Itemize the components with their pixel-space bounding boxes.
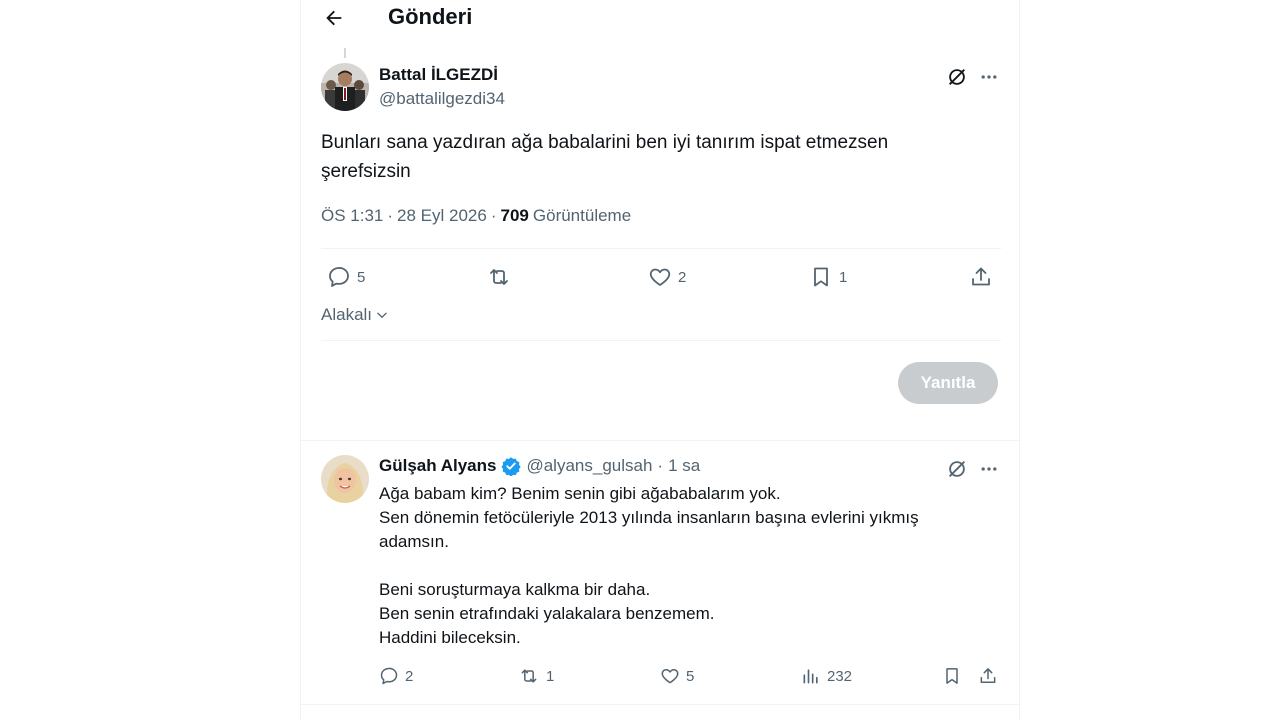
grok-icon	[949, 461, 965, 477]
share-icon	[972, 267, 990, 286]
reply-reply-action[interactable]: 2	[379, 666, 413, 686]
chevron-down-icon	[377, 312, 387, 318]
views-icon	[803, 669, 818, 684]
grok-icon	[949, 69, 965, 85]
reply-grok-button[interactable]	[943, 455, 971, 483]
reply-icon	[329, 267, 349, 287]
meta-separator: ·	[657, 456, 664, 475]
back-arrow-icon	[326, 10, 342, 26]
meta-separator: ·	[387, 206, 394, 225]
reply-author-name[interactable]: Gülşah Alyans	[379, 456, 496, 476]
reply-action[interactable]: 5	[327, 265, 365, 289]
views-count: 709	[500, 206, 529, 225]
reply-text-line: Ağa babam kim? Benim senin gibi ağababal…	[379, 484, 781, 503]
reply-text: Ağa babam kim? Benim senin gibi ağababal…	[379, 482, 979, 650]
like-count: 2	[678, 268, 687, 286]
retweet-action[interactable]	[486, 265, 518, 289]
author-handle[interactable]: @battalilgezdi34	[379, 89, 505, 109]
reply-icon	[380, 667, 398, 685]
reply-submit-button[interactable]: Yanıtla	[898, 362, 998, 404]
reply-count: 5	[357, 268, 366, 286]
meta-separator: ·	[490, 206, 497, 225]
page-title: Gönderi	[388, 4, 473, 29]
reply-sort-button[interactable]: Alakalı	[321, 305, 389, 325]
verified-badge-icon	[501, 457, 522, 476]
reply-text-line: Ben senin etrafındaki yalakalara benzeme…	[379, 604, 715, 623]
views-label: Görüntüleme	[532, 206, 632, 225]
reply-views-count: 232	[827, 667, 853, 685]
more-icon	[981, 75, 997, 79]
thread-line	[344, 48, 346, 58]
reply-composer-input[interactable]	[321, 352, 901, 412]
reply-text-line: Sen dönemin fetöcüleriyle 2013 yılında i…	[379, 508, 919, 551]
retweet-icon	[521, 669, 537, 683]
post-date[interactable]: 28 Eyl 2026	[397, 206, 487, 226]
reply-text-line	[379, 554, 979, 578]
reply-text-line: Beni soruşturmaya kalkma bir daha.	[379, 580, 651, 599]
bookmark-icon	[814, 267, 828, 287]
back-button[interactable]	[319, 3, 349, 33]
post-time[interactable]: ÖS 1:31	[321, 206, 383, 226]
author-name[interactable]: Battal İLGEZDİ	[379, 65, 498, 85]
page-header: Gönderi	[301, 0, 1019, 38]
like-icon	[649, 268, 671, 286]
reply-reply-count: 2	[405, 667, 414, 685]
author-avatar[interactable]	[321, 63, 369, 111]
bookmark-action[interactable]: 1	[809, 265, 847, 289]
reply-views-action[interactable]: 232	[801, 666, 852, 686]
reply-author-handle[interactable]: @alyans_gulsah	[526, 456, 652, 476]
reply-more-options-button[interactable]	[975, 455, 1003, 483]
reply-like-count: 5	[686, 667, 695, 685]
post-meta: ÖS 1:31 · 28 Eyl 2026 · 709 Görüntüleme	[321, 206, 631, 226]
share-action[interactable]	[969, 265, 993, 289]
bookmark-count: 1	[839, 268, 848, 286]
section-border	[301, 440, 1019, 441]
divider	[321, 340, 1001, 341]
reply-retweet-count: 1	[546, 667, 555, 685]
grok-button[interactable]	[943, 63, 971, 91]
sort-label: Alakalı	[321, 305, 373, 324]
reply-author-avatar[interactable]	[321, 455, 369, 503]
post-column: Gönderi Battal İLGEZDİ @battalilgezdi34 …	[300, 0, 1020, 720]
share-icon	[980, 668, 996, 683]
reply-header: Gülşah Alyans @alyans_gulsah · 1 sa	[379, 456, 700, 476]
retweet-icon	[490, 269, 508, 285]
reply-bookmark-action[interactable]	[942, 666, 962, 686]
section-border	[301, 704, 1019, 705]
bookmark-icon	[946, 668, 958, 684]
divider	[321, 248, 1001, 249]
like-action[interactable]: 2	[648, 265, 686, 289]
reply-time[interactable]: 1 sa	[668, 456, 700, 476]
reply-retweet-action[interactable]: 1	[518, 666, 554, 686]
reply-like-action[interactable]: 5	[660, 666, 694, 686]
more-options-button[interactable]	[975, 63, 1003, 91]
reply-text-line: Haddini bileceksin.	[379, 628, 521, 647]
more-icon	[981, 467, 997, 471]
like-icon	[661, 669, 679, 684]
reply-share-action[interactable]	[978, 666, 998, 686]
post-text: Bunları sana yazdıran ağa babalarini ben…	[321, 132, 889, 182]
